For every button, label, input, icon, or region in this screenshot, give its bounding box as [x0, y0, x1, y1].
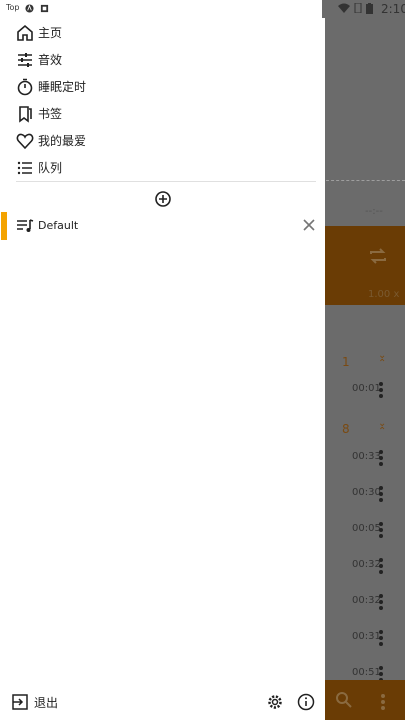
queue-list-icon — [17, 161, 32, 175]
track-duration: 00:01 — [352, 383, 381, 394]
nav-item-label: 主页 — [38, 26, 63, 40]
nav-item-label: 书签 — [38, 107, 63, 121]
track-duration: 00:30 — [352, 487, 381, 498]
more-vert-icon[interactable] — [379, 522, 383, 540]
playlist-item-default[interactable]: Default — [0, 212, 325, 240]
equalizer-icon — [18, 53, 32, 67]
exit-button[interactable]: 退出 — [34, 694, 58, 711]
repeat-icon[interactable] — [368, 246, 388, 266]
progress-divider — [326, 180, 405, 181]
nav-item-label: 我的最爱 — [38, 134, 87, 148]
more-vert-icon[interactable] — [381, 694, 385, 712]
nav-item-sleep-timer[interactable]: 睡眠定时 — [0, 74, 325, 100]
heart-icon — [16, 133, 34, 150]
track-duration: 00:33 — [352, 451, 381, 462]
media-notification-icon — [40, 4, 49, 13]
close-icon[interactable] — [302, 218, 316, 232]
chevron-toggle-icon[interactable]: ⌄ ⌃ — [378, 351, 386, 369]
app-notification-icon — [25, 4, 34, 13]
chevron-toggle-icon[interactable]: ⌄ ⌃ — [378, 419, 386, 437]
player-time: --:-- — [365, 206, 383, 217]
carrier-label: Top — [6, 3, 20, 12]
more-vert-icon[interactable] — [379, 450, 383, 468]
add-playlist-icon[interactable] — [154, 190, 172, 208]
vibrate-icon — [354, 3, 362, 13]
home-icon — [17, 24, 33, 41]
divider — [16, 181, 316, 182]
playlist-label: Default — [38, 219, 79, 232]
drawer-footer: 退出 — [0, 688, 325, 718]
nav-item-home[interactable]: 主页 — [0, 20, 325, 46]
track-duration: 00:31 — [352, 631, 381, 642]
player-background — [322, 0, 405, 720]
playback-speed[interactable]: 1.00 x — [368, 289, 399, 300]
track-duration: 00:32 — [352, 595, 381, 606]
more-vert-icon[interactable] — [379, 630, 383, 648]
chapter-number: 8 — [342, 422, 350, 436]
info-icon[interactable] — [297, 693, 315, 711]
battery-icon — [366, 3, 373, 14]
nav-item-sound-effects[interactable]: 音效 — [0, 47, 325, 73]
more-vert-icon[interactable] — [379, 486, 383, 504]
more-vert-icon[interactable] — [379, 382, 383, 400]
clock: 2:10 — [381, 2, 405, 16]
search-icon[interactable] — [335, 691, 353, 709]
track-duration: 00:32 — [352, 559, 381, 570]
timer-icon — [17, 78, 33, 96]
wifi-icon — [338, 3, 350, 13]
bookmark-icon — [19, 106, 32, 123]
nav-item-favorites[interactable]: 我的最爱 — [0, 128, 325, 154]
nav-item-queue[interactable]: 队列 — [0, 155, 325, 181]
selected-indicator — [1, 212, 7, 240]
more-vert-icon[interactable] — [379, 558, 383, 576]
gear-icon[interactable] — [266, 693, 284, 711]
nav-item-bookmarks[interactable]: 书签 — [0, 101, 325, 127]
chapter-number: 1 — [342, 355, 350, 369]
more-vert-icon[interactable] — [379, 594, 383, 612]
track-duration: 00:05 — [352, 523, 381, 534]
track-duration: 00:51 — [352, 667, 381, 678]
nav-item-label: 睡眠定时 — [38, 80, 87, 94]
status-bar: Top 2:10 — [0, 0, 405, 18]
playlist-music-icon — [17, 219, 34, 232]
exit-icon[interactable] — [12, 694, 28, 710]
nav-item-label: 音效 — [38, 53, 63, 67]
nav-item-label: 队列 — [38, 161, 63, 175]
